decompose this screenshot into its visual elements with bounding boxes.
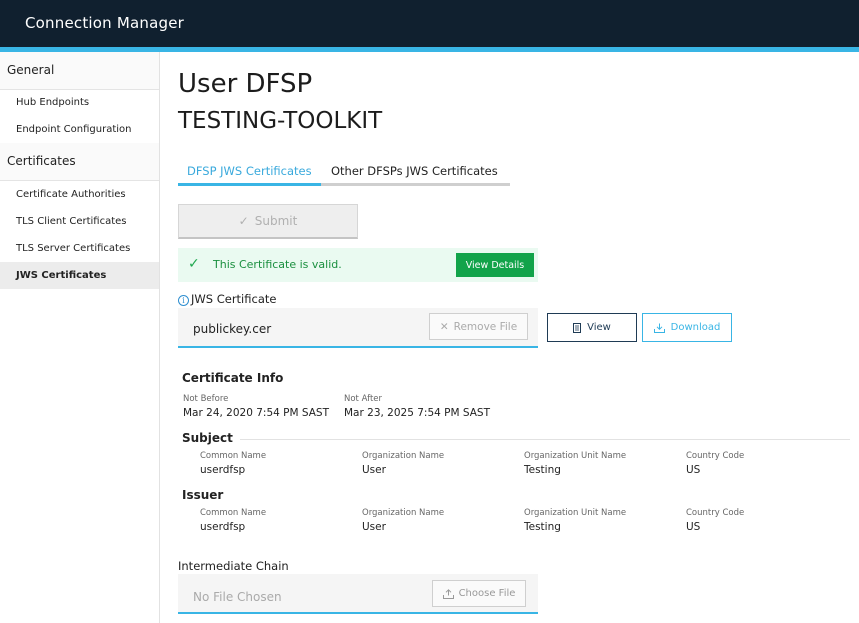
subject-organization-name-value: User [362, 464, 386, 476]
download-button[interactable]: Download [642, 313, 732, 342]
issuer-common-name-value: userdfsp [200, 521, 246, 533]
document-icon [573, 322, 582, 333]
issuer-organization-unit-value: Testing [524, 521, 561, 533]
sidebar-item-endpoint-configuration[interactable]: Endpoint Configuration [0, 116, 159, 143]
subject-common-name-value: userdfsp [200, 464, 246, 476]
sidebar-item-label: JWS Certificates [16, 270, 107, 281]
download-label: Download [670, 322, 721, 333]
issuer-organization-name-label: Organization Name [362, 508, 445, 518]
subject-organization-name-label: Organization Name [362, 451, 445, 461]
sidebar-section-label: Certificates [7, 154, 76, 168]
jws-certificate-label-text: JWS Certificate [191, 292, 277, 306]
remove-file-label: Remove File [453, 320, 518, 333]
choose-file-label: Choose File [458, 588, 516, 599]
issuer-title: Issuer [182, 488, 224, 502]
sidebar-item-label: TLS Client Certificates [16, 216, 127, 227]
check-icon: ✓ [188, 256, 200, 272]
active-tab-indicator [178, 183, 321, 186]
sidebar-item-tls-server-certificates[interactable]: TLS Server Certificates [0, 235, 159, 262]
top-bar: Connection Manager [0, 0, 859, 47]
jws-certificate-file-field[interactable]: publickey.cer ✕ Remove File [178, 308, 538, 348]
issuer-organization-name-value: User [362, 521, 386, 533]
validity-banner: ✓ This Certificate is valid. View Detail… [178, 248, 538, 282]
tab-bar: DFSP JWS Certificates Other DFSPs JWS Ce… [178, 160, 510, 186]
intermediate-chain-label: Intermediate Chain [178, 559, 289, 573]
tab-other-dfsps-jws-certificates[interactable]: Other DFSPs JWS Certificates [331, 164, 498, 178]
app-title: Connection Manager [25, 14, 184, 32]
not-before-value: Mar 24, 2020 7:54 PM SAST [183, 407, 330, 419]
page-title: User DFSP [178, 69, 313, 99]
sidebar: General Hub Endpoints Endpoint Configura… [0, 52, 160, 623]
subject-organization-unit-value: Testing [524, 464, 561, 476]
subject-title: Subject [182, 431, 233, 445]
submit-button[interactable]: ✓ Submit [178, 204, 358, 239]
download-icon [653, 323, 665, 333]
check-icon: ✓ [238, 214, 249, 228]
sidebar-item-jws-certificates[interactable]: JWS Certificates [0, 262, 159, 289]
close-icon: ✕ [439, 320, 449, 333]
view-button[interactable]: View [547, 313, 637, 342]
tab-dfsp-jws-certificates[interactable]: DFSP JWS Certificates [187, 164, 312, 178]
info-icon[interactable]: i [178, 295, 189, 306]
intermediate-chain-file-field[interactable]: No File Chosen Choose File [178, 574, 538, 614]
not-after-label: Not After [344, 394, 383, 404]
validity-message: This Certificate is valid. [213, 258, 342, 271]
subject-divider [240, 439, 850, 440]
not-before-label: Not Before [183, 394, 229, 404]
subject-organization-unit-label: Organization Unit Name [524, 451, 627, 461]
view-label: View [587, 322, 611, 333]
sidebar-item-certificate-authorities[interactable]: Certificate Authorities [0, 181, 159, 208]
main-content: User DFSP TESTING-TOOLKIT DFSP JWS Certi… [160, 52, 859, 623]
submit-label: Submit [254, 214, 298, 228]
page-subtitle: TESTING-TOOLKIT [178, 108, 383, 134]
subject-country-code-value: US [686, 464, 701, 476]
subject-common-name-label: Common Name [200, 451, 267, 461]
sidebar-item-hub-endpoints[interactable]: Hub Endpoints [0, 89, 159, 116]
issuer-organization-unit-label: Organization Unit Name [524, 508, 627, 518]
issuer-common-name-label: Common Name [200, 508, 267, 518]
sidebar-section-general: General [0, 52, 159, 90]
subject-country-code-label: Country Code [686, 451, 745, 461]
upload-icon [442, 588, 454, 599]
issuer-country-code-label: Country Code [686, 508, 745, 518]
sidebar-item-label: Hub Endpoints [16, 97, 90, 108]
view-details-button[interactable]: View Details [456, 253, 534, 277]
not-after-value: Mar 23, 2025 7:54 PM SAST [344, 407, 491, 419]
sidebar-item-tls-client-certificates[interactable]: TLS Client Certificates [0, 208, 159, 235]
file-name: publickey.cer [193, 322, 272, 336]
sidebar-section-certificates: Certificates [0, 143, 159, 181]
remove-file-button[interactable]: ✕ Remove File [429, 313, 528, 340]
jws-certificate-label: i JWS Certificate [178, 292, 276, 306]
choose-file-button[interactable]: Choose File [432, 580, 526, 607]
issuer-country-code-value: US [686, 521, 701, 533]
certificate-info-title: Certificate Info [182, 371, 284, 385]
no-file-placeholder: No File Chosen [193, 590, 282, 604]
sidebar-item-label: Certificate Authorities [16, 189, 126, 200]
sidebar-item-label: Endpoint Configuration [16, 124, 132, 135]
sidebar-section-label: General [7, 63, 55, 77]
sidebar-item-label: TLS Server Certificates [16, 243, 131, 254]
